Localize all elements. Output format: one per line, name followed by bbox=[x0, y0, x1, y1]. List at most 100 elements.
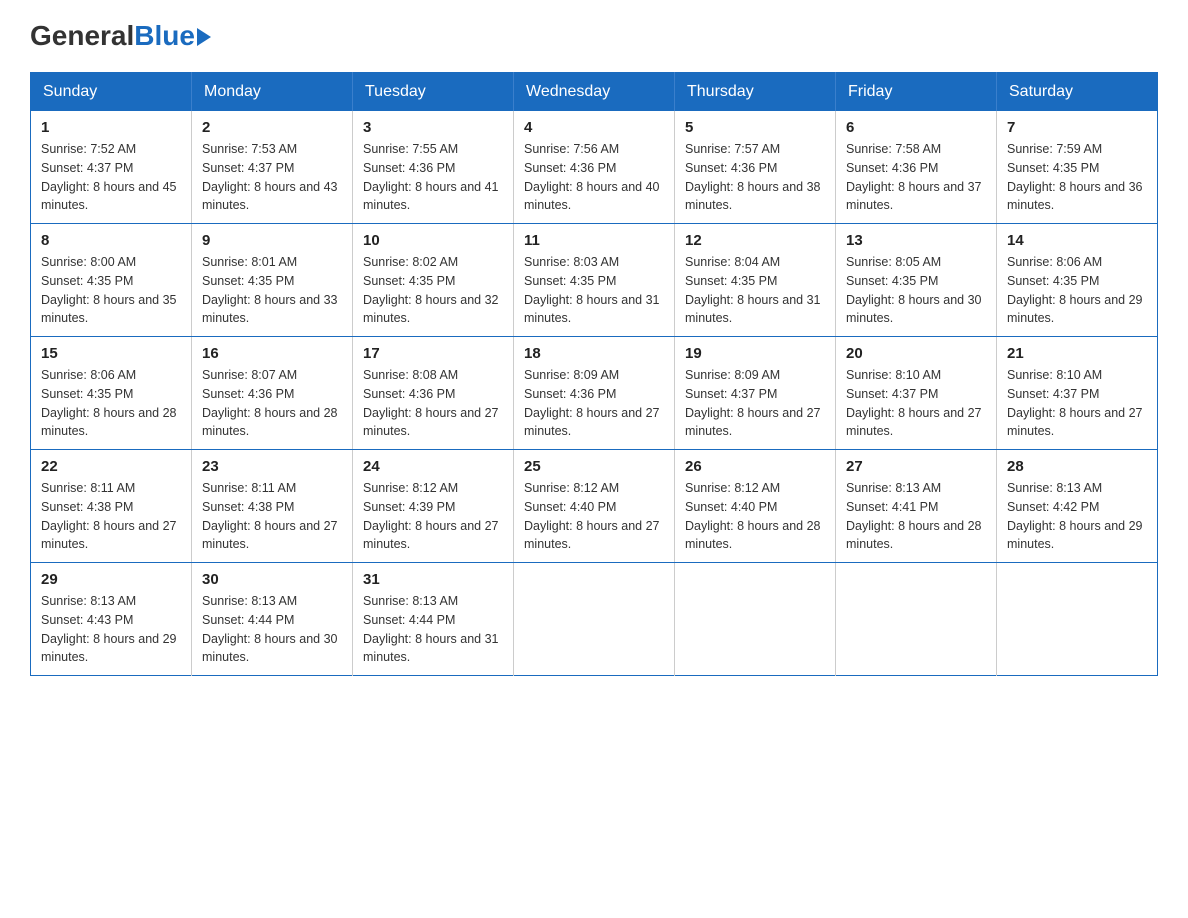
day-info: Sunrise: 7:59 AMSunset: 4:35 PMDaylight:… bbox=[1007, 140, 1147, 215]
table-row: 24Sunrise: 8:12 AMSunset: 4:39 PMDayligh… bbox=[353, 450, 514, 563]
day-number: 24 bbox=[363, 458, 503, 475]
day-number: 3 bbox=[363, 119, 503, 136]
logo-blue-text: Blue bbox=[134, 20, 195, 52]
day-number: 1 bbox=[41, 119, 181, 136]
header-monday: Monday bbox=[192, 73, 353, 112]
header-friday: Friday bbox=[836, 73, 997, 112]
table-row bbox=[675, 563, 836, 676]
table-row: 5Sunrise: 7:57 AMSunset: 4:36 PMDaylight… bbox=[675, 111, 836, 224]
day-info: Sunrise: 8:12 AMSunset: 4:40 PMDaylight:… bbox=[524, 479, 664, 554]
table-row: 29 Sunrise: 8:13 AMSunset: 4:43 PMDayligh… bbox=[31, 563, 192, 676]
header: General Blue bbox=[30, 20, 1158, 52]
day-info: Sunrise: 8:10 AMSunset: 4:37 PMDaylight:… bbox=[846, 366, 986, 441]
day-number: 20 bbox=[846, 345, 986, 362]
table-row: 25 Sunrise: 8:12 AMSunset: 4:40 PMDayligh… bbox=[514, 450, 675, 563]
day-info: Sunrise: 8:05 AMSunset: 4:35 PMDaylight:… bbox=[846, 253, 986, 328]
day-number: 21 bbox=[1007, 345, 1147, 362]
header-sunday: Sunday bbox=[31, 73, 192, 112]
table-row bbox=[997, 563, 1158, 676]
day-info: Sunrise: 7:52 AMSunset: 4:37 PMDaylight:… bbox=[41, 140, 181, 215]
table-row: 13Sunrise: 8:05 AMSunset: 4:35 PMDayligh… bbox=[836, 224, 997, 337]
table-row: 12 Sunrise: 8:04 AMSunset: 4:35 PMDayligh… bbox=[675, 224, 836, 337]
day-info: Sunrise: 8:06 AMSunset: 4:35 PMDaylight:… bbox=[41, 366, 181, 441]
calendar-week-row: 15 Sunrise: 8:06 AMSunset: 4:35 PMDayligh… bbox=[31, 337, 1158, 450]
day-info: Sunrise: 7:56 AMSunset: 4:36 PMDaylight:… bbox=[524, 140, 664, 215]
day-number: 16 bbox=[202, 345, 342, 362]
day-info: Sunrise: 8:09 AMSunset: 4:37 PMDaylight:… bbox=[685, 366, 825, 441]
day-number: 6 bbox=[846, 119, 986, 136]
day-number: 22 bbox=[41, 458, 181, 475]
day-number: 29 bbox=[41, 571, 181, 588]
day-info: Sunrise: 8:10 AMSunset: 4:37 PMDaylight:… bbox=[1007, 366, 1147, 441]
day-number: 2 bbox=[202, 119, 342, 136]
table-row: 14 Sunrise: 8:06 AMSunset: 4:35 PMDayligh… bbox=[997, 224, 1158, 337]
table-row: 8 Sunrise: 8:00 AMSunset: 4:35 PMDaylight… bbox=[31, 224, 192, 337]
table-row: 10 Sunrise: 8:02 AMSunset: 4:35 PMDayligh… bbox=[353, 224, 514, 337]
table-row: 1 Sunrise: 7:52 AMSunset: 4:37 PMDaylight… bbox=[31, 111, 192, 224]
day-number: 15 bbox=[41, 345, 181, 362]
logo-blue-part: Blue bbox=[134, 20, 211, 52]
calendar-week-row: 1 Sunrise: 7:52 AMSunset: 4:37 PMDaylight… bbox=[31, 111, 1158, 224]
logo-triangle-icon bbox=[197, 28, 211, 46]
day-number: 7 bbox=[1007, 119, 1147, 136]
day-number: 23 bbox=[202, 458, 342, 475]
day-info: Sunrise: 8:07 AMSunset: 4:36 PMDaylight:… bbox=[202, 366, 342, 441]
day-number: 17 bbox=[363, 345, 503, 362]
day-info: Sunrise: 8:11 AMSunset: 4:38 PMDaylight:… bbox=[202, 479, 342, 554]
day-number: 31 bbox=[363, 571, 503, 588]
table-row: 31 Sunrise: 8:13 AMSunset: 4:44 PMDayligh… bbox=[353, 563, 514, 676]
day-info: Sunrise: 8:13 AMSunset: 4:44 PMDaylight:… bbox=[202, 592, 342, 667]
day-number: 19 bbox=[685, 345, 825, 362]
table-row: 21 Sunrise: 8:10 AMSunset: 4:37 PMDayligh… bbox=[997, 337, 1158, 450]
day-number: 27 bbox=[846, 458, 986, 475]
day-info: Sunrise: 8:13 AMSunset: 4:43 PMDaylight:… bbox=[41, 592, 181, 667]
day-info: Sunrise: 7:58 AMSunset: 4:36 PMDaylight:… bbox=[846, 140, 986, 215]
logo: General Blue bbox=[30, 20, 211, 52]
table-row bbox=[836, 563, 997, 676]
calendar-table: Sunday Monday Tuesday Wednesday Thursday… bbox=[30, 72, 1158, 676]
table-row: 16 Sunrise: 8:07 AMSunset: 4:36 PMDayligh… bbox=[192, 337, 353, 450]
table-row: 22 Sunrise: 8:11 AMSunset: 4:38 PMDayligh… bbox=[31, 450, 192, 563]
day-number: 9 bbox=[202, 232, 342, 249]
table-row: 26 Sunrise: 8:12 AMSunset: 4:40 PMDayligh… bbox=[675, 450, 836, 563]
header-saturday: Saturday bbox=[997, 73, 1158, 112]
table-row: 27 Sunrise: 8:13 AMSunset: 4:41 PMDayligh… bbox=[836, 450, 997, 563]
day-number: 25 bbox=[524, 458, 664, 475]
day-info: Sunrise: 8:03 AMSunset: 4:35 PMDaylight:… bbox=[524, 253, 664, 328]
day-number: 14 bbox=[1007, 232, 1147, 249]
day-number: 18 bbox=[524, 345, 664, 362]
day-info: Sunrise: 7:55 AMSunset: 4:36 PMDaylight:… bbox=[363, 140, 503, 215]
day-info: Sunrise: 8:12 AMSunset: 4:40 PMDaylight:… bbox=[685, 479, 825, 554]
table-row: 18Sunrise: 8:09 AMSunset: 4:36 PMDayligh… bbox=[514, 337, 675, 450]
day-number: 8 bbox=[41, 232, 181, 249]
day-number: 4 bbox=[524, 119, 664, 136]
table-row: 11Sunrise: 8:03 AMSunset: 4:35 PMDayligh… bbox=[514, 224, 675, 337]
day-info: Sunrise: 8:06 AMSunset: 4:35 PMDaylight:… bbox=[1007, 253, 1147, 328]
calendar-week-row: 22 Sunrise: 8:11 AMSunset: 4:38 PMDayligh… bbox=[31, 450, 1158, 563]
day-info: Sunrise: 8:13 AMSunset: 4:42 PMDaylight:… bbox=[1007, 479, 1147, 554]
day-info: Sunrise: 8:02 AMSunset: 4:35 PMDaylight:… bbox=[363, 253, 503, 328]
day-info: Sunrise: 8:00 AMSunset: 4:35 PMDaylight:… bbox=[41, 253, 181, 328]
table-row bbox=[514, 563, 675, 676]
table-row: 23 Sunrise: 8:11 AMSunset: 4:38 PMDayligh… bbox=[192, 450, 353, 563]
table-row: 7 Sunrise: 7:59 AMSunset: 4:35 PMDaylight… bbox=[997, 111, 1158, 224]
day-info: Sunrise: 8:13 AMSunset: 4:44 PMDaylight:… bbox=[363, 592, 503, 667]
day-number: 26 bbox=[685, 458, 825, 475]
day-info: Sunrise: 8:11 AMSunset: 4:38 PMDaylight:… bbox=[41, 479, 181, 554]
table-row: 4 Sunrise: 7:56 AMSunset: 4:36 PMDaylight… bbox=[514, 111, 675, 224]
day-info: Sunrise: 7:53 AMSunset: 4:37 PMDaylight:… bbox=[202, 140, 342, 215]
header-thursday: Thursday bbox=[675, 73, 836, 112]
table-row: 3 Sunrise: 7:55 AMSunset: 4:36 PMDaylight… bbox=[353, 111, 514, 224]
day-number: 28 bbox=[1007, 458, 1147, 475]
day-number: 12 bbox=[685, 232, 825, 249]
day-info: Sunrise: 8:13 AMSunset: 4:41 PMDaylight:… bbox=[846, 479, 986, 554]
day-info: Sunrise: 8:04 AMSunset: 4:35 PMDaylight:… bbox=[685, 253, 825, 328]
table-row: 15 Sunrise: 8:06 AMSunset: 4:35 PMDayligh… bbox=[31, 337, 192, 450]
table-row: 9Sunrise: 8:01 AMSunset: 4:35 PMDaylight… bbox=[192, 224, 353, 337]
header-tuesday: Tuesday bbox=[353, 73, 514, 112]
day-number: 10 bbox=[363, 232, 503, 249]
logo-general-text: General bbox=[30, 20, 134, 52]
header-wednesday: Wednesday bbox=[514, 73, 675, 112]
table-row: 30Sunrise: 8:13 AMSunset: 4:44 PMDayligh… bbox=[192, 563, 353, 676]
table-row: 17Sunrise: 8:08 AMSunset: 4:36 PMDayligh… bbox=[353, 337, 514, 450]
